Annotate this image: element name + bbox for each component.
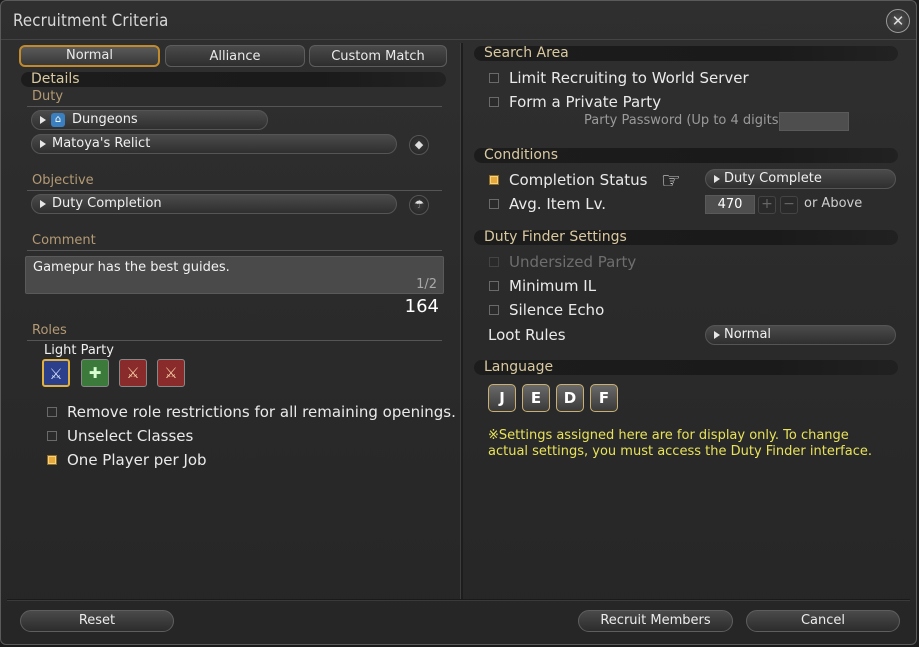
checkbox-label: Unselect Classes xyxy=(67,427,194,445)
tab-normal[interactable]: Normal xyxy=(19,45,160,67)
completion-status-value: Duty Complete xyxy=(724,171,822,186)
language-heading: Language xyxy=(474,360,898,375)
close-icon[interactable]: ✕ xyxy=(886,9,910,33)
dropdown-arrow-icon xyxy=(40,116,46,124)
checkbox-box xyxy=(489,281,499,291)
party-password-input[interactable] xyxy=(779,112,849,131)
comment-page-counter: 1/2 xyxy=(416,277,437,292)
recruitment-criteria-window: Recruitment Criteria ✕ Normal Alliance C… xyxy=(0,0,917,645)
duty-name-value: Matoya's Relict xyxy=(52,136,151,151)
dungeon-icon: ⌂ xyxy=(51,113,65,127)
reset-button[interactable]: Reset xyxy=(20,610,174,632)
dropdown-arrow-icon xyxy=(714,175,720,183)
checkbox-box xyxy=(489,73,499,83)
dropdown-arrow-icon xyxy=(40,140,46,148)
conditions-heading: Conditions xyxy=(474,148,898,163)
comment-textarea[interactable]: Gamepur has the best guides. 1/2 xyxy=(25,256,444,294)
tank-role-icon[interactable]: ⚔ xyxy=(42,359,70,387)
checkbox-box xyxy=(47,431,57,441)
column-divider xyxy=(460,43,463,600)
checkbox-box xyxy=(489,199,499,209)
language-d-button[interactable]: D xyxy=(556,384,584,412)
comment-rule xyxy=(27,250,442,251)
party-password-label: Party Password (Up to 4 digits) xyxy=(584,113,784,128)
duty-finder-heading: Duty Finder Settings xyxy=(474,230,898,245)
party-type-label: Light Party xyxy=(44,343,114,358)
increase-icon[interactable]: + xyxy=(758,196,776,214)
objective-dropdown[interactable]: Duty Completion xyxy=(31,194,397,214)
comment-text: Gamepur has the best guides. xyxy=(33,260,230,275)
dps-role-icon[interactable]: ⚔ xyxy=(157,359,185,387)
recruit-members-button[interactable]: Recruit Members xyxy=(578,610,733,632)
objective-icon[interactable]: ☂ xyxy=(409,195,429,215)
objective-rule xyxy=(27,190,442,191)
avg-item-lv-input[interactable]: 470 xyxy=(705,195,755,214)
checkbox-label: One Player per Job xyxy=(67,451,207,469)
loot-rules-value: Normal xyxy=(724,327,772,342)
language-j-button[interactable]: J xyxy=(488,384,516,412)
cancel-button[interactable]: Cancel xyxy=(746,610,900,632)
checkbox-label: Form a Private Party xyxy=(509,93,662,111)
language-f-button[interactable]: F xyxy=(590,384,618,412)
checkbox-label: Limit Recruiting to World Server xyxy=(509,69,749,87)
checkbox-box-checked xyxy=(489,175,499,185)
details-heading: Details xyxy=(21,72,446,87)
objective-value: Duty Completion xyxy=(52,196,162,211)
checkbox-label: Completion Status xyxy=(509,171,648,189)
checkbox-label: Avg. Item Lv. xyxy=(509,195,607,213)
checkbox-label: Minimum IL xyxy=(509,277,597,295)
loot-rules-label: Loot Rules xyxy=(488,326,566,344)
dropdown-arrow-icon xyxy=(714,331,720,339)
roles-label: Roles xyxy=(32,323,67,338)
healer-role-icon[interactable]: ✚ xyxy=(81,359,109,387)
completion-status-dropdown[interactable]: Duty Complete xyxy=(705,169,896,189)
comment-chars-remaining: 164 xyxy=(404,296,439,317)
title-bar: Recruitment Criteria ✕ xyxy=(1,1,916,40)
checkbox-box xyxy=(47,407,57,417)
tab-custom-match[interactable]: Custom Match xyxy=(309,45,447,67)
objective-label: Objective xyxy=(32,173,94,188)
comment-label: Comment xyxy=(32,233,96,248)
loot-rules-dropdown[interactable]: Normal xyxy=(705,325,896,345)
checkbox-box-disabled xyxy=(489,257,499,267)
decrease-icon[interactable]: − xyxy=(780,196,798,214)
checkbox-label: Remove role restrictions for all remaini… xyxy=(67,403,456,421)
footer-separator xyxy=(7,599,910,601)
window-title: Recruitment Criteria xyxy=(13,11,169,31)
duty-category-dropdown[interactable]: ⌂ Dungeons xyxy=(31,110,268,130)
roles-rule xyxy=(27,340,442,341)
checkbox-box-checked xyxy=(47,455,57,465)
pointer-hand-icon: ☜ xyxy=(661,169,681,194)
checkbox-label: Silence Echo xyxy=(509,301,605,319)
language-e-button[interactable]: E xyxy=(522,384,550,412)
checkbox-box xyxy=(489,305,499,315)
duty-rule xyxy=(27,106,442,107)
duty-info-icon[interactable]: ◆ xyxy=(409,135,429,155)
checkbox-label: Undersized Party xyxy=(509,253,637,271)
avg-item-lv-suffix: or Above xyxy=(804,196,863,211)
dps-role-icon[interactable]: ⚔ xyxy=(119,359,147,387)
settings-note: ※Settings assigned here are for display … xyxy=(488,428,872,459)
duty-label: Duty xyxy=(32,89,64,104)
duty-category-value: Dungeons xyxy=(72,112,138,127)
checkbox-box xyxy=(489,97,499,107)
search-area-heading: Search Area xyxy=(474,46,898,61)
tab-alliance[interactable]: Alliance xyxy=(165,45,305,67)
dropdown-arrow-icon xyxy=(40,200,46,208)
duty-name-dropdown[interactable]: Matoya's Relict xyxy=(31,134,397,154)
